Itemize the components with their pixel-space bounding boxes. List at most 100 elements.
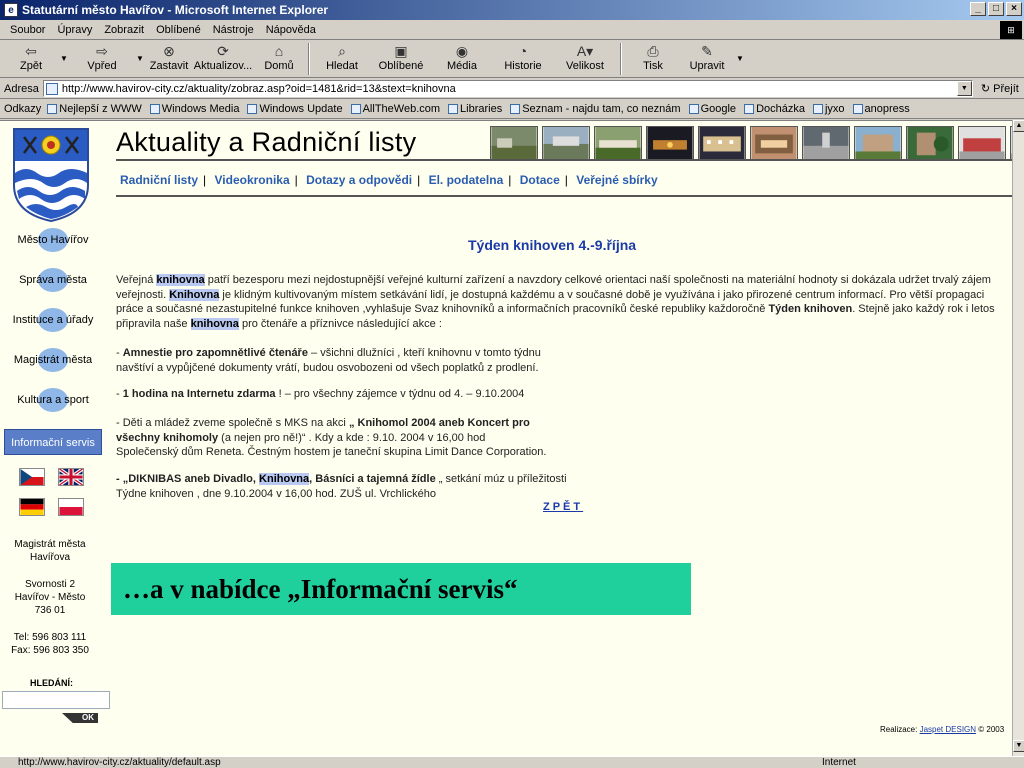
link-item[interactable]: Windows Update bbox=[247, 103, 343, 115]
forward-button[interactable]: ⇨ Vpřed bbox=[70, 41, 134, 77]
presentation-caption-overlay: …a v nabídce „Informační servis“ bbox=[111, 563, 691, 615]
link-item[interactable]: jyxo bbox=[812, 103, 845, 115]
status-url: http://www.havirov-city.cz/aktuality/def… bbox=[18, 757, 221, 768]
nav-link-dotace[interactable]: Dotace bbox=[520, 173, 560, 187]
home-button[interactable]: ⌂ Domů bbox=[254, 41, 304, 77]
header-photo-strip bbox=[490, 126, 1012, 160]
minimize-button[interactable]: _ bbox=[970, 2, 986, 16]
address-url: http://www.havirov-city.cz/aktuality/zob… bbox=[61, 82, 456, 95]
link-page-icon bbox=[812, 104, 823, 114]
maximize-button[interactable]: □ bbox=[988, 2, 1004, 16]
link-item[interactable]: Nejlepší z WWW bbox=[47, 103, 142, 115]
nav-link-videokronika[interactable]: Videokronika bbox=[215, 173, 290, 187]
stop-label: Zastavit bbox=[149, 60, 189, 72]
sidebar-item-instituce[interactable]: Instituce a úřady bbox=[4, 307, 102, 333]
page-viewport: Město Havířov Správa města Instituce a ú… bbox=[0, 120, 1012, 756]
link-page-icon bbox=[47, 104, 58, 114]
text-size-icon: A▾ bbox=[576, 43, 594, 59]
back-button[interactable]: ⇦ Zpět bbox=[4, 41, 58, 77]
back-dropdown[interactable]: ▼ bbox=[58, 41, 70, 75]
link-item[interactable]: Libraries bbox=[448, 103, 502, 115]
go-button[interactable]: ↻ Přejít bbox=[981, 82, 1019, 95]
link-item[interactable]: Google bbox=[688, 103, 736, 115]
sidebar-item-mesto-havirov[interactable]: Město Havířov bbox=[4, 227, 102, 253]
address-dropdown[interactable]: ▼ bbox=[956, 81, 972, 96]
toolbar-separator bbox=[620, 43, 622, 75]
czech-flag-icon[interactable] bbox=[19, 468, 45, 486]
stop-button[interactable]: ⊗ Zastavit bbox=[146, 41, 192, 77]
edit-label: Upravit bbox=[689, 60, 725, 72]
back-label: Zpět bbox=[19, 60, 42, 72]
city-photo-thumbnail bbox=[698, 126, 746, 160]
nav-link-verejne-sbirky[interactable]: Veřejné sbírky bbox=[576, 173, 657, 187]
print-button[interactable]: ⎙ Tisk bbox=[626, 41, 680, 77]
article-intro-paragraph: Veřejná knihovna patří bezesporu mezi ne… bbox=[116, 274, 995, 330]
edit-icon: ✎ bbox=[701, 43, 713, 59]
sidebar-item-informacni-servis[interactable]: Informační servis bbox=[4, 429, 102, 455]
city-photo-thumbnail bbox=[750, 126, 798, 160]
refresh-icon: ⟳ bbox=[217, 43, 229, 59]
search-ok-button[interactable]: OK bbox=[62, 713, 98, 723]
sidebar-item-sprava-mesta[interactable]: Správa města bbox=[4, 267, 102, 293]
german-flag-icon[interactable] bbox=[19, 498, 45, 516]
link-item[interactable]: anopress bbox=[852, 103, 910, 115]
scroll-up-arrow-icon[interactable]: ▲ bbox=[1013, 120, 1024, 132]
menu-file[interactable]: Soubor bbox=[4, 24, 51, 36]
vertical-scrollbar[interactable]: ▲ ▼ bbox=[1012, 120, 1024, 756]
menu-favorites[interactable]: Oblíbené bbox=[150, 24, 207, 36]
home-icon: ⌂ bbox=[274, 43, 284, 59]
city-photo-thumbnail bbox=[490, 126, 538, 160]
window-controls: _ □ × bbox=[970, 2, 1022, 16]
forward-dropdown[interactable]: ▼ bbox=[134, 41, 146, 75]
sidebar-item-label: Magistrát města bbox=[13, 354, 93, 366]
link-page-icon bbox=[149, 104, 160, 114]
header-divider bbox=[116, 159, 1012, 161]
nav-link-dotazy[interactable]: Dotazy a odpovědi bbox=[306, 173, 412, 187]
address-input[interactable]: http://www.havirov-city.cz/aktuality/zob… bbox=[42, 80, 973, 97]
menu-tools[interactable]: Nástroje bbox=[207, 24, 260, 36]
link-item[interactable]: AllTheWeb.com bbox=[350, 103, 440, 115]
link-item[interactable]: Seznam - najdu tam, co neznám bbox=[510, 103, 681, 115]
sidebar-item-kultura-sport[interactable]: Kultura a sport bbox=[4, 387, 102, 413]
sidebar-item-label: Správa města bbox=[19, 274, 87, 286]
sidebar-search-input[interactable] bbox=[2, 691, 110, 709]
contact-phone: Tel: 596 803 111 Fax: 596 803 350 bbox=[11, 632, 89, 656]
link-page-icon bbox=[744, 104, 755, 114]
edit-button[interactable]: ✎ Upravit bbox=[680, 41, 734, 77]
history-button[interactable]: ◔ Historie bbox=[492, 41, 554, 77]
havirov-coat-of-arms-icon[interactable] bbox=[12, 127, 90, 223]
polish-flag-icon[interactable] bbox=[58, 498, 84, 516]
uk-flag-icon[interactable] bbox=[58, 468, 84, 486]
favorites-button[interactable]: ▣ Oblíbené bbox=[370, 41, 432, 77]
menu-edit[interactable]: Úpravy bbox=[51, 24, 98, 36]
edit-dropdown[interactable]: ▼ bbox=[734, 41, 746, 75]
text-size-button[interactable]: A▾ Velikost bbox=[554, 41, 616, 77]
search-button[interactable]: ⌕ Hledat bbox=[314, 41, 370, 77]
link-page-icon bbox=[510, 104, 521, 114]
address-bar: Adresa http://www.havirov-city.cz/aktual… bbox=[0, 79, 1024, 99]
city-photo-thumbnail bbox=[594, 126, 642, 160]
print-label: Tisk bbox=[643, 60, 663, 72]
article-title: Týden knihoven 4.-9.října bbox=[468, 237, 637, 253]
menu-view[interactable]: Zobrazit bbox=[98, 24, 150, 36]
nav-link-el-podatelna[interactable]: El. podatelna bbox=[429, 173, 504, 187]
menu-help[interactable]: Nápověda bbox=[260, 24, 322, 36]
link-item[interactable]: Docházka bbox=[744, 103, 805, 115]
refresh-button[interactable]: ⟳ Aktualizov... bbox=[192, 41, 254, 77]
city-photo-thumbnail bbox=[854, 126, 902, 160]
credit-link[interactable]: Jaspet DESIGN bbox=[920, 725, 976, 734]
status-bar: http://www.havirov-city.cz/aktuality/def… bbox=[0, 756, 1024, 768]
close-button[interactable]: × bbox=[1006, 2, 1022, 16]
media-label: Média bbox=[447, 60, 477, 72]
sidebar-item-magistrat[interactable]: Magistrát města bbox=[4, 347, 102, 373]
article-item-diknibas: - „DIKNIBAS aneb Divadlo, Knihovna, Básn… bbox=[116, 473, 567, 500]
scroll-down-arrow-icon[interactable]: ▼ bbox=[1013, 740, 1024, 752]
back-link[interactable]: ZPĚT bbox=[543, 501, 583, 513]
city-photo-thumbnail bbox=[958, 126, 1006, 160]
media-button[interactable]: ◉ Média bbox=[432, 41, 492, 77]
history-icon: ◔ bbox=[518, 43, 528, 59]
nav-link-radnicni-listy[interactable]: Radniční listy bbox=[120, 173, 198, 187]
media-icon: ◉ bbox=[455, 43, 469, 59]
link-item[interactable]: Windows Media bbox=[149, 103, 239, 115]
link-page-icon bbox=[448, 104, 459, 114]
